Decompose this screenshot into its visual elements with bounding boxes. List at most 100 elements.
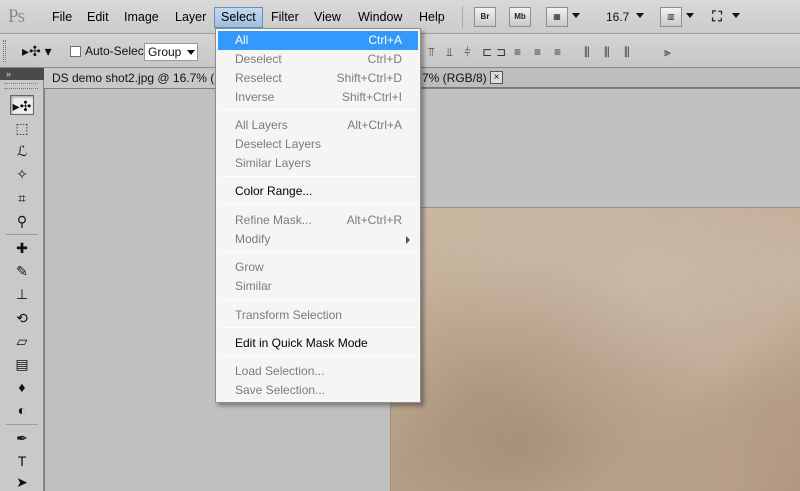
align-hcenter-icon[interactable]: ⊐ bbox=[496, 45, 506, 59]
menu-item-similar-layers[interactable]: Similar Layers bbox=[218, 154, 418, 173]
minibridge-button[interactable]: Mb bbox=[509, 7, 531, 27]
menu-item-label: Inverse bbox=[235, 90, 275, 104]
toolbox-collapse[interactable]: » bbox=[0, 68, 44, 80]
align-vcenter-icon[interactable]: ⫫ bbox=[446, 45, 453, 60]
menu-item-modify[interactable]: Modify bbox=[218, 230, 418, 249]
menu-select[interactable]: Select bbox=[214, 7, 263, 28]
clone-stamp-tool-icon[interactable]: ⊥ bbox=[10, 284, 34, 304]
select-menu-dropdown: All Ctrl+A Deselect Ctrl+D Reselect Shif… bbox=[215, 28, 421, 403]
menu-item-shortcut: Alt+Ctrl+R bbox=[346, 213, 402, 227]
quick-select-tool-icon[interactable]: ✧ bbox=[10, 164, 34, 184]
move-tool-icon[interactable]: ▸✣ bbox=[10, 95, 34, 115]
auto-align-icon[interactable]: ⫸ bbox=[664, 45, 671, 60]
arrange-documents-icon[interactable]: ▥ bbox=[660, 7, 682, 27]
menu-item-similar[interactable]: Similar bbox=[218, 277, 418, 296]
lasso-tool-icon[interactable]: ℒ bbox=[10, 141, 34, 161]
marquee-tool-icon[interactable]: ⬚ bbox=[10, 118, 34, 138]
submenu-arrow-icon bbox=[406, 236, 410, 244]
menu-separator bbox=[220, 109, 416, 110]
document-image[interactable] bbox=[390, 207, 800, 491]
menu-item-label: Deselect bbox=[235, 52, 282, 66]
auto-select-label: Auto-Select: bbox=[85, 44, 151, 58]
menu-item-label: Modify bbox=[235, 232, 271, 246]
crop-tool-icon[interactable]: ⌗ bbox=[10, 188, 34, 208]
align-left-icon[interactable]: ⊏ bbox=[482, 45, 492, 59]
menu-image[interactable]: Image bbox=[118, 8, 165, 27]
eyedropper-tool-icon[interactable]: ⚲ bbox=[10, 211, 34, 231]
menu-edit[interactable]: Edit bbox=[81, 8, 115, 27]
menu-item-all-layers[interactable]: All Layers Alt+Ctrl+A bbox=[218, 116, 418, 135]
close-icon[interactable]: × bbox=[490, 71, 503, 84]
auto-select-checkbox[interactable] bbox=[70, 46, 81, 57]
healing-brush-tool-icon[interactable]: ✚ bbox=[10, 238, 34, 258]
menu-item-color-range[interactable]: Color Range... bbox=[218, 182, 418, 201]
menu-item-shortcut: Shift+Ctrl+I bbox=[341, 90, 402, 104]
menu-item-load-selection[interactable]: Load Selection... bbox=[218, 362, 418, 381]
distribute-left-icon[interactable]: ⫼ bbox=[584, 45, 590, 60]
menu-separator bbox=[220, 299, 416, 300]
menu-window[interactable]: Window bbox=[352, 8, 408, 27]
brush-tool-icon[interactable]: ✎ bbox=[10, 261, 34, 281]
distribute-top-icon[interactable]: ≡ bbox=[514, 45, 521, 59]
pen-tool-icon[interactable]: ✒ bbox=[10, 428, 34, 448]
chevron-down-icon[interactable] bbox=[732, 13, 740, 18]
distribute-bottom-icon[interactable]: ≡ bbox=[554, 45, 561, 59]
menu-item-label: Refine Mask... bbox=[235, 213, 312, 227]
menu-view[interactable]: View bbox=[308, 8, 347, 27]
menu-item-deselect-layers[interactable]: Deselect Layers bbox=[218, 135, 418, 154]
menu-item-quick-mask[interactable]: Edit in Quick Mask Mode bbox=[218, 334, 418, 353]
screen-mode-icon[interactable]: ⛶ bbox=[706, 7, 728, 27]
menu-separator bbox=[220, 204, 416, 205]
history-brush-tool-icon[interactable]: ⟲ bbox=[10, 308, 34, 328]
align-top-icon[interactable]: ⫪ bbox=[428, 45, 435, 60]
dodge-tool-icon[interactable]: ◐ bbox=[10, 400, 34, 420]
menu-item-grow[interactable]: Grow bbox=[218, 258, 418, 277]
menu-item-label: Similar bbox=[235, 279, 272, 293]
type-tool-icon[interactable]: T bbox=[10, 451, 34, 471]
menu-item-all[interactable]: All Ctrl+A bbox=[218, 31, 418, 50]
menu-filter[interactable]: Filter bbox=[265, 8, 305, 27]
auto-select-dropdown[interactable]: Group bbox=[144, 43, 198, 61]
chevron-down-icon[interactable] bbox=[636, 13, 644, 18]
chevron-down-icon[interactable] bbox=[686, 13, 694, 18]
document-tab[interactable]: DS demo shot2.jpg @ 16.7% (L bbox=[44, 68, 222, 88]
auto-select-value: Group bbox=[148, 45, 182, 59]
menu-item-deselect[interactable]: Deselect Ctrl+D bbox=[218, 50, 418, 69]
move-tool-icon[interactable]: ▸✣ ▾ bbox=[22, 43, 52, 60]
menu-item-shortcut: Ctrl+D bbox=[367, 52, 402, 66]
distribute-hcenter-icon[interactable]: ⫼ bbox=[604, 45, 610, 60]
menu-item-reselect[interactable]: Reselect Shift+Ctrl+D bbox=[218, 69, 418, 88]
menu-item-label: Reselect bbox=[235, 71, 282, 85]
document-tab-bar: DS demo shot2.jpg @ 16.7% (L 7% (RGB/8) … bbox=[44, 68, 800, 88]
canvas-area[interactable] bbox=[45, 89, 800, 491]
menu-item-transform-selection[interactable]: Transform Selection bbox=[218, 306, 418, 325]
menu-separator bbox=[220, 176, 416, 177]
zoom-level[interactable]: 16.7 bbox=[606, 10, 629, 24]
bridge-button[interactable]: Br bbox=[474, 7, 496, 27]
path-select-tool-icon[interactable]: ➤ bbox=[10, 472, 34, 491]
menu-item-label: Grow bbox=[235, 260, 264, 274]
menu-item-save-selection[interactable]: Save Selection... bbox=[218, 381, 418, 400]
blur-tool-icon[interactable]: ♦ bbox=[10, 377, 34, 397]
align-bottom-icon[interactable]: ⫩ bbox=[464, 45, 471, 60]
extras-icon[interactable]: ▦ bbox=[546, 7, 568, 27]
toolbox-separator bbox=[6, 234, 38, 235]
toolbox-grip[interactable] bbox=[4, 83, 38, 89]
menu-item-shortcut: Ctrl+A bbox=[368, 33, 402, 47]
chevron-down-icon[interactable] bbox=[572, 13, 580, 18]
menu-layer[interactable]: Layer bbox=[169, 8, 212, 27]
distribute-vcenter-icon[interactable]: ≡ bbox=[534, 45, 541, 59]
eraser-tool-icon[interactable]: ▱ bbox=[10, 331, 34, 351]
distribute-right-icon[interactable]: ⫼ bbox=[624, 45, 630, 60]
gradient-tool-icon[interactable]: ▤ bbox=[10, 354, 34, 374]
toolbox-separator bbox=[6, 424, 38, 425]
menu-file[interactable]: File bbox=[46, 8, 78, 27]
menu-item-refine-mask[interactable]: Refine Mask... Alt+Ctrl+R bbox=[218, 211, 418, 230]
toolbox: » ▸✣ ⬚ ℒ ✧ ⌗ ⚲ ✚ ✎ ⊥ ⟲ ▱ ▤ ♦ ◐ ✒ T ➤ bbox=[0, 68, 44, 491]
menu-item-label: Similar Layers bbox=[235, 156, 312, 170]
menu-item-inverse[interactable]: Inverse Shift+Ctrl+I bbox=[218, 88, 418, 107]
menu-help[interactable]: Help bbox=[413, 8, 451, 27]
menu-item-label: All Layers bbox=[235, 118, 288, 132]
document-tab-title-tail: 7% (RGB/8) bbox=[422, 71, 487, 85]
options-grip[interactable] bbox=[3, 40, 6, 62]
